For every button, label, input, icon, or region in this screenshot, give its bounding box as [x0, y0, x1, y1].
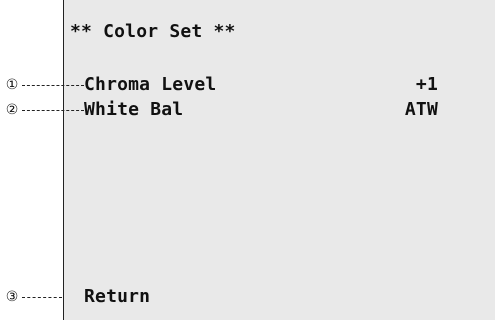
callout-leader-line [22, 84, 84, 86]
callout-leader-line [22, 109, 84, 111]
callout-leader-line [22, 296, 62, 298]
callout-number: ① [5, 77, 19, 93]
callout-3: ③ [4, 287, 62, 307]
callout-1: ① [4, 75, 84, 95]
menu-screen: ** Color Set ** Chroma Level +1 White Ba… [63, 0, 495, 320]
callout-number: ② [5, 102, 19, 118]
menu-title: ** Color Set ** [70, 21, 236, 42]
callout-number: ③ [5, 289, 19, 305]
white-bal-item[interactable]: White Bal [84, 100, 183, 120]
return-item[interactable]: Return [84, 287, 150, 307]
callout-2: ② [4, 100, 84, 120]
chroma-level-value: +1 [415, 74, 438, 95]
white-bal-value: ATW [404, 99, 438, 120]
chroma-level-item[interactable]: Chroma Level [84, 75, 216, 95]
